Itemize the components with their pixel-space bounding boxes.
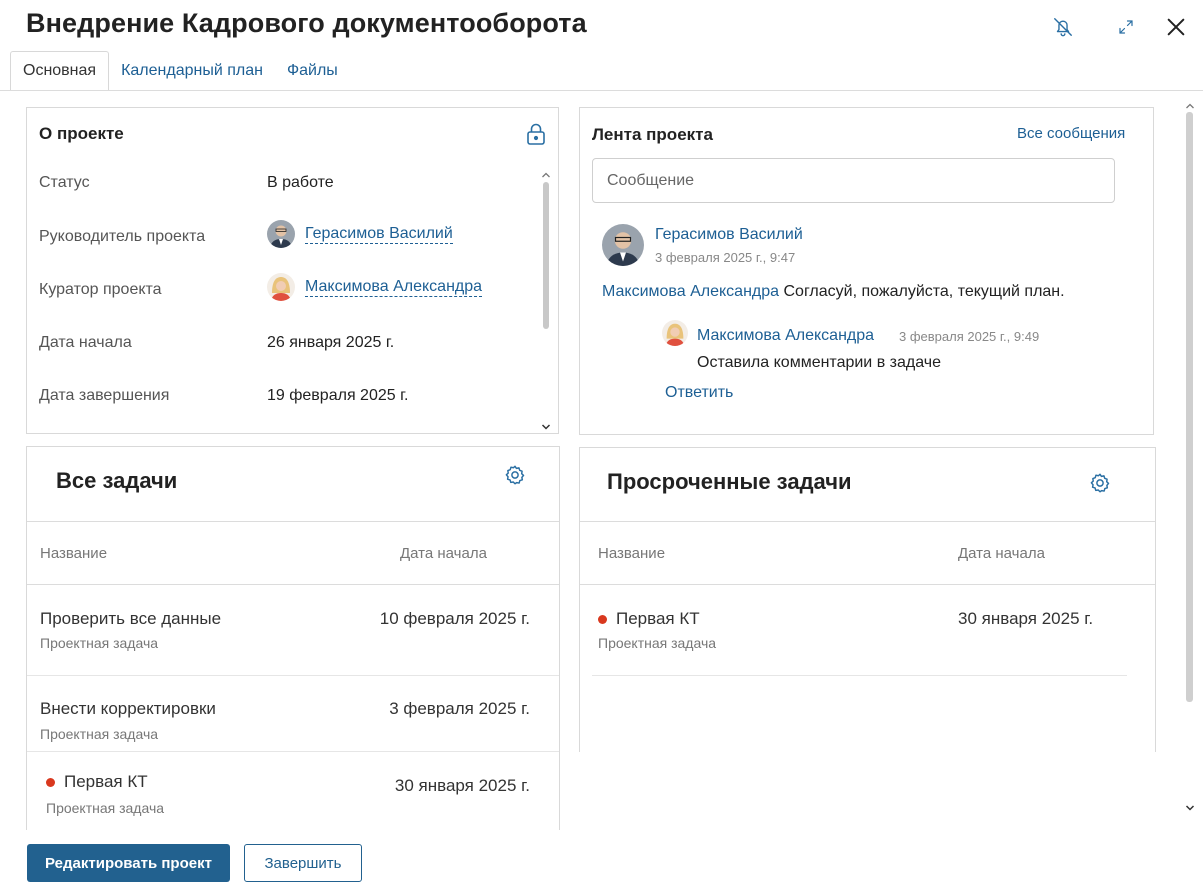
tab-files[interactable]: Файлы bbox=[275, 51, 350, 91]
column-start-date: Дата начала bbox=[400, 545, 487, 562]
task-name: Проверить все данные bbox=[40, 609, 222, 628]
task-type: Проектная задача bbox=[46, 800, 165, 816]
expand-icon[interactable] bbox=[1114, 15, 1138, 39]
start-date-label: Дата начала bbox=[39, 334, 132, 351]
column-name: Название bbox=[598, 545, 666, 562]
about-project-panel: О проекте Статус В работе Руководитель п… bbox=[26, 107, 559, 434]
overdue-dot bbox=[598, 614, 607, 624]
reply-time: 3 февраля 2025 г., 9:49 bbox=[899, 329, 1040, 344]
post-author-link[interactable]: Герасимов Василий bbox=[655, 226, 803, 244]
manager-label: Руководитель проекта bbox=[39, 228, 206, 245]
reply-text: Оставила комментарии в задаче bbox=[697, 354, 941, 371]
status-value: В работе bbox=[267, 174, 334, 191]
all-messages-link[interactable]: Все сообщения bbox=[1017, 125, 1125, 142]
post-text: Максимова Александра Согласуй, пожалуйст… bbox=[602, 283, 1065, 301]
task-name: Первая КТ bbox=[616, 609, 700, 628]
all-tasks-table-header: Название Дата начала bbox=[27, 521, 559, 585]
task-name-cell: Первая КТ bbox=[598, 609, 700, 629]
about-project-title: О проекте bbox=[39, 124, 124, 143]
post-time: 3 февраля 2025 г., 9:47 bbox=[655, 250, 796, 265]
gear-icon[interactable] bbox=[1089, 472, 1111, 499]
task-name-cell: Первая КТ bbox=[46, 772, 148, 792]
reply-button[interactable]: Ответить bbox=[665, 384, 733, 402]
curator-value: Максимова Александра bbox=[267, 273, 483, 301]
avatar-gerasimov-feed bbox=[602, 224, 644, 266]
edit-project-button[interactable]: Редактировать проект bbox=[27, 844, 230, 882]
column-start-date: Дата начала bbox=[958, 545, 1045, 562]
all-tasks-title: Все задачи bbox=[56, 468, 178, 493]
close-icon[interactable] bbox=[1162, 13, 1190, 41]
task-type: Проектная задача bbox=[598, 635, 717, 651]
manager-value: Герасимов Василий bbox=[267, 220, 453, 248]
manager-link[interactable]: Герасимов Василий bbox=[305, 225, 453, 244]
page-scrollbar[interactable] bbox=[1186, 112, 1193, 702]
task-date: 30 января 2025 г. bbox=[394, 776, 530, 795]
status-label: Статус bbox=[39, 174, 90, 191]
task-type: Проектная задача bbox=[40, 726, 159, 742]
tab-bar: Основная Календарный план Файлы bbox=[10, 51, 350, 91]
finish-button[interactable]: Завершить bbox=[244, 844, 362, 882]
gear-icon[interactable] bbox=[504, 464, 526, 491]
scroll-down-icon[interactable] bbox=[541, 418, 551, 433]
end-date-value: 19 февраля 2025 г. bbox=[267, 387, 409, 404]
about-scrollbar[interactable] bbox=[543, 182, 549, 329]
tab-divider bbox=[0, 90, 1203, 91]
bell-off-icon[interactable] bbox=[1050, 14, 1076, 40]
post-message: Согласуй, пожалуйста, текущий план. bbox=[779, 283, 1065, 300]
task-name: Внести корректировки bbox=[40, 699, 216, 718]
curator-label: Куратор проекта bbox=[39, 281, 162, 298]
avatar-gerasimov bbox=[267, 220, 295, 248]
overdue-tasks-panel: Просроченные задачи Название Дата начала… bbox=[579, 447, 1156, 752]
table-row[interactable]: Первая КТ Проектная задача 30 января 202… bbox=[592, 585, 1127, 676]
project-feed-panel: Лента проекта Все сообщения Герасимов Ва… bbox=[579, 107, 1154, 435]
avatar-maksimova bbox=[267, 273, 295, 301]
all-tasks-panel: Все задачи Название Дата начала Проверит… bbox=[26, 446, 560, 830]
overdue-tasks-title: Просроченные задачи bbox=[607, 469, 852, 494]
end-date-label: Дата завершения bbox=[39, 387, 170, 404]
task-name: Первая КТ bbox=[64, 772, 148, 791]
reply-author-link[interactable]: Максимова Александра bbox=[697, 327, 874, 345]
table-row[interactable]: Внести корректировки Проектная задача 3 … bbox=[27, 676, 559, 752]
avatar-maksimova-reply bbox=[662, 320, 688, 346]
task-type: Проектная задача bbox=[40, 635, 159, 651]
task-date: 3 февраля 2025 г. bbox=[389, 699, 530, 718]
tab-main[interactable]: Основная bbox=[10, 51, 110, 91]
column-name: Название bbox=[40, 545, 108, 562]
page-scroll-down-icon[interactable] bbox=[1185, 799, 1195, 817]
start-date-value: 26 января 2025 г. bbox=[267, 334, 395, 351]
task-date: 30 января 2025 г. bbox=[958, 609, 1094, 628]
page-title: Внедрение Кадрового документооборота bbox=[26, 8, 587, 38]
overdue-tasks-table-header: Название Дата начала bbox=[580, 521, 1155, 585]
message-input[interactable] bbox=[592, 158, 1115, 203]
curator-link[interactable]: Максимова Александра bbox=[305, 278, 483, 297]
post-mention-link[interactable]: Максимова Александра bbox=[602, 283, 779, 300]
task-date: 10 февраля 2025 г. bbox=[379, 609, 530, 628]
table-row[interactable]: Проверить все данные Проектная задача 10… bbox=[27, 585, 559, 676]
overdue-dot bbox=[46, 777, 55, 787]
feed-title: Лента проекта bbox=[592, 125, 713, 144]
lock-icon[interactable] bbox=[525, 122, 547, 151]
tab-calendar-plan[interactable]: Календарный план bbox=[109, 51, 275, 91]
table-row[interactable]: Первая КТ Проектная задача 30 января 202… bbox=[27, 752, 559, 830]
